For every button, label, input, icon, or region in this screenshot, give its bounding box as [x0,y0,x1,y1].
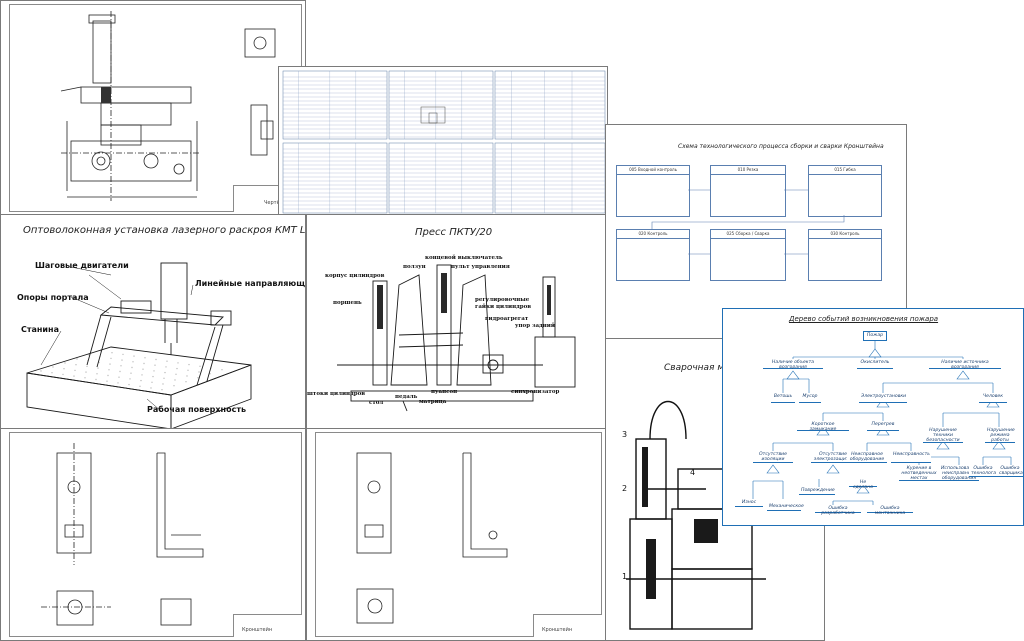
press-label-punch: пуансон [431,389,458,395]
press-label-control-panel: пульт управления [451,264,510,270]
tree-node: Ошибка монтажника [867,505,913,516]
press-label-pedal: педаль [395,394,418,400]
tree-node: Повреждение [799,487,835,495]
tree-node: Ветошь [771,393,795,403]
tree-node: Наличие источника возгорания [929,359,1001,370]
press-label-frame: ползун [403,264,426,270]
tree-node: Нарушение техники безопасности [923,427,963,443]
tree-node: Мусор [799,393,821,403]
title-block-label: Кронштейн [542,627,573,633]
title-block-label: Кронштейн [242,627,273,633]
drawing-sheet-assembly: Чертёж [0,0,306,216]
press-label-table: стол [369,400,384,406]
drawing-sheet-tables [278,66,608,216]
tree-node: Отсутствие изоляции [753,451,793,463]
process-tables [282,70,606,214]
tree-node: Окислитель [857,359,893,369]
part-drawing-sheet-2: Кронштейн [306,428,606,641]
tree-node: Не сделано [849,479,877,490]
tree-node: Неисправность [891,451,931,463]
tree-node: Ошибка разработчика [815,505,861,516]
press-label-adjusting-nuts: регулировочные гайки цилиндров [475,297,532,310]
assembly-drawing [60,11,276,201]
tree-node: Человек [979,393,1007,403]
welding-callout-3: 3 [622,430,627,439]
press-label-synchronizer: синхронизатор [511,389,560,395]
tree-node: Ошибка сварщика [997,465,1023,477]
press-label-back-stop: упор задний [515,323,555,329]
press-label-limit-switch: концевой выключатель [425,255,503,261]
tree-node: Неисправное оборудование [847,451,887,463]
label-work-surface: Рабочая поверхность [147,405,247,414]
bracket-drawing-views [41,443,204,626]
press-label-die: матрица [419,399,447,405]
welding-callout-4: 4 [690,468,695,477]
press-label-piston: поршень [333,300,362,306]
tree-node: Ошибка технолога [969,465,997,477]
tree-node: Механическое [767,503,804,511]
press-label-cylinder-rods: штоки цилиндров [307,391,366,397]
title-block: Кронштейн [533,614,602,637]
tree-node: Наличие объекта возгорания [763,359,823,370]
label-bed: Станина [21,325,59,334]
part-drawing-sheet-1: Кронштейн [0,428,306,641]
laser-machine-illustration [26,262,252,429]
title-block: Кронштейн [233,614,302,637]
press-sheet: Пресс ПКТУ/20 концевой выключатель пульт… [306,214,606,430]
press-illustration [337,264,576,412]
tree-node: Износ [735,499,763,507]
event-tree-connectors [752,341,1012,505]
welding-callout-1: 1 [622,572,627,581]
bracket-drawing-views-2 [356,452,508,624]
label-linear-guides: Линейные направляющие [195,279,306,288]
tree-node: Короткое замыкание [797,421,849,432]
tree-node: Курение в неотведенных местах [899,465,939,481]
event-tree-sheet: Дерево событий возникновения пожара Пожа… [722,308,1024,526]
label-portal-supports: Опоры портала [17,293,89,302]
welding-callout-2: 2 [622,484,627,493]
tree-node: Нарушение режима работы [985,427,1015,444]
press-label-hydraulic-unit: гидроагрегат [485,316,529,322]
tree-node: Электроустановки [859,393,907,403]
laser-machine-sheet: Оптоволоконная установка лазерного раскр… [0,214,306,430]
label-steppers: Шаговые двигатели [35,261,129,270]
tree-node: Перегрев [867,421,899,431]
tree-node-root: Пожар [863,331,887,341]
press-label-cylinder-body: корпус цилиндров [325,273,385,279]
